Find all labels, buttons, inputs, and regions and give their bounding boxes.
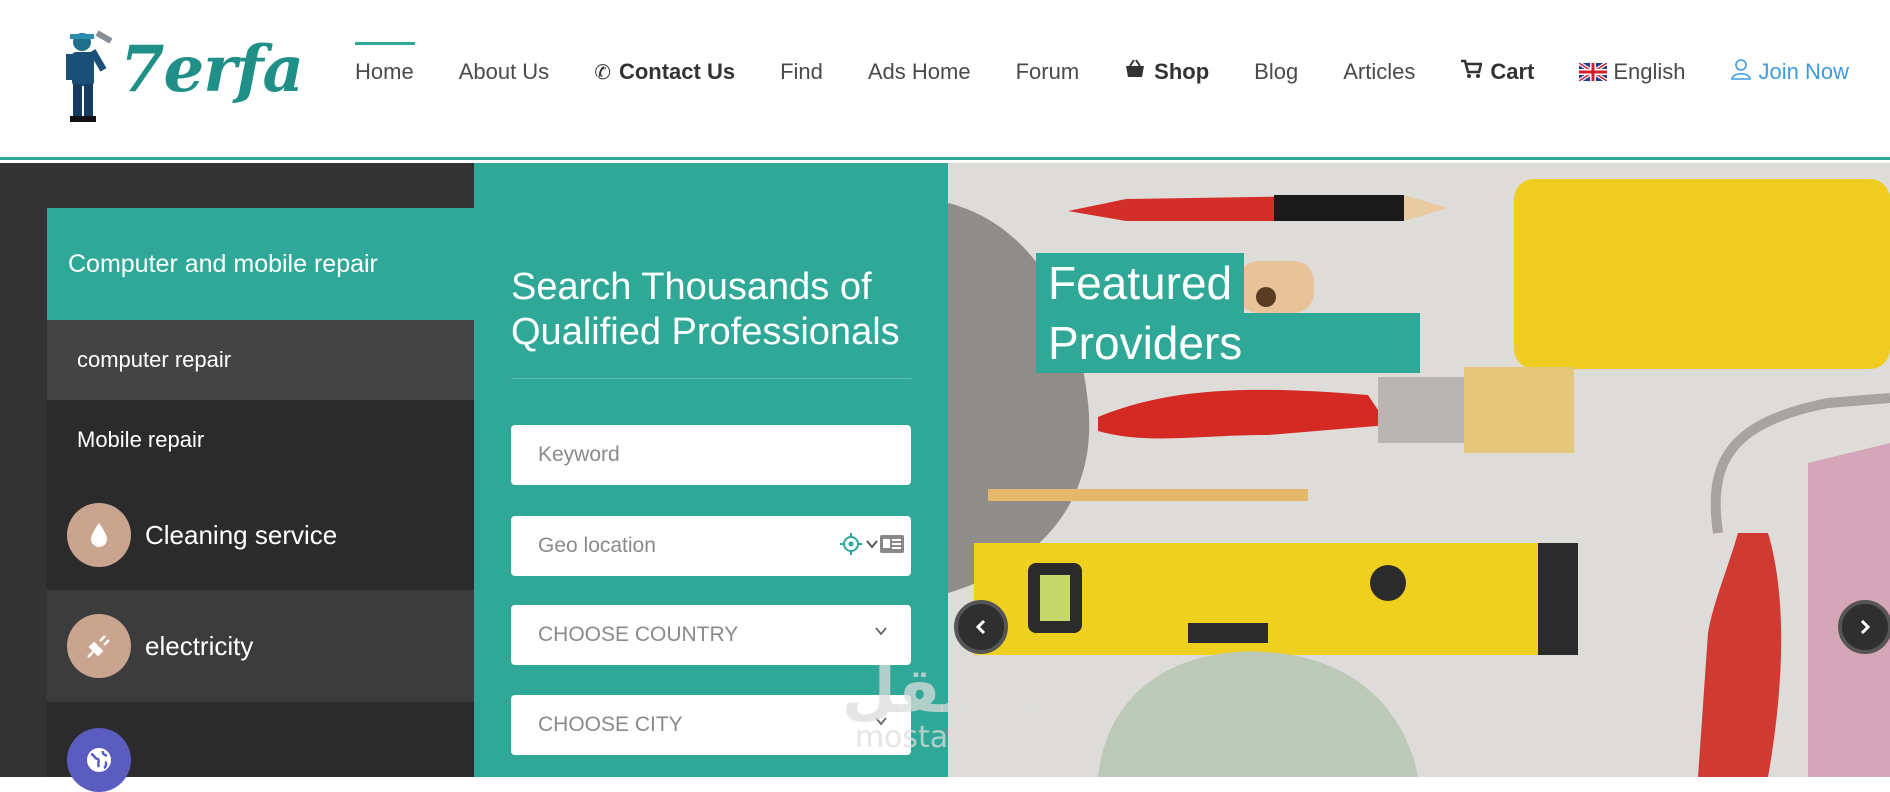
watermark: مستقل mostaql.com xyxy=(842,654,1069,755)
nav-articles-label: Articles xyxy=(1343,59,1416,84)
subcategory-label: Mobile repair xyxy=(77,427,205,452)
category-cleaning-service[interactable]: Cleaning service xyxy=(47,480,474,590)
watermark-arabic: مستقل xyxy=(842,654,1069,727)
cart-icon xyxy=(1460,59,1483,85)
slider-next-button[interactable] xyxy=(1838,600,1890,654)
subcategory-mobile-repair[interactable]: Mobile repair xyxy=(47,400,474,480)
geo-location-placeholder: Geo location xyxy=(538,534,656,557)
logo-text: 7erfa xyxy=(120,32,304,107)
city-select-value: CHOOSE CITY xyxy=(538,713,683,736)
category-label: Computer and mobile repair xyxy=(68,249,378,278)
nav-shop-label: Shop xyxy=(1154,59,1210,84)
nav-cart[interactable]: Cart xyxy=(1460,40,1534,104)
featured-title-line1: Featured xyxy=(1036,253,1245,313)
subcategory-computer-repair[interactable]: computer repair xyxy=(47,320,474,400)
chevron-down-icon[interactable] xyxy=(865,537,879,551)
category-label: electricity xyxy=(145,630,254,661)
nav-home-label: Home xyxy=(355,59,414,84)
globe-icon xyxy=(67,728,131,792)
geo-icons xyxy=(839,532,905,556)
nav-shop[interactable]: Shop xyxy=(1124,40,1209,104)
worker-logo-icon xyxy=(66,30,113,122)
featured-slider: Featured Providers xyxy=(948,163,1890,777)
keyword-input[interactable]: Keyword xyxy=(511,425,911,485)
id-card-icon[interactable] xyxy=(879,534,905,554)
featured-title-line2: Providers xyxy=(1036,313,1420,373)
search-title: Search Thousands of Qualified Profession… xyxy=(511,266,900,353)
category-globe[interactable] xyxy=(47,702,474,792)
category-sidebar: Computer and mobile repair computer repa… xyxy=(0,163,474,792)
category-label: Cleaning service xyxy=(145,519,338,550)
site-header: 7erfa Home About Us ✆ Contact Us Find Ad… xyxy=(0,0,1890,160)
nav-blog[interactable]: Blog xyxy=(1254,40,1298,104)
nav-about-label: About Us xyxy=(458,59,550,84)
nav-join[interactable]: Join Now xyxy=(1730,40,1849,104)
nav-language[interactable]: English xyxy=(1579,40,1686,104)
subcategory-label: computer repair xyxy=(77,347,232,372)
chevron-down-icon xyxy=(875,627,887,636)
keyword-placeholder: Keyword xyxy=(538,443,620,466)
category-computer-mobile-repair[interactable]: Computer and mobile repair xyxy=(47,208,474,320)
chevron-right-icon xyxy=(1860,619,1871,635)
nav-cart-label: Cart xyxy=(1490,59,1535,84)
slider-prev-button[interactable] xyxy=(954,600,1008,654)
nav-contact-label: Contact Us xyxy=(618,59,736,84)
logo[interactable]: 7erfa xyxy=(52,28,304,124)
nav-find-label: Find xyxy=(780,59,823,84)
chevron-left-icon xyxy=(975,619,986,635)
geo-location-input[interactable]: Geo location xyxy=(511,516,911,576)
crosshair-icon[interactable] xyxy=(839,532,863,556)
nav-find[interactable]: Find xyxy=(780,40,823,104)
nav-forum[interactable]: Forum xyxy=(1016,40,1080,104)
nav-articles[interactable]: Articles xyxy=(1343,40,1415,104)
nav-forum-label: Forum xyxy=(1015,59,1080,84)
water-drop-icon xyxy=(67,503,131,567)
nav-blog-label: Blog xyxy=(1254,59,1299,84)
watermark-latin: mostaql.com xyxy=(854,720,1050,755)
divider xyxy=(511,378,911,379)
nav-contact[interactable]: ✆ Contact Us xyxy=(594,40,735,104)
plug-icon xyxy=(67,614,131,678)
nav-ads-home[interactable]: Ads Home xyxy=(868,40,971,104)
nav-language-label: English xyxy=(1613,59,1686,84)
nav-about[interactable]: About Us xyxy=(459,40,550,104)
user-icon xyxy=(1730,58,1751,86)
nav-join-label: Join Now xyxy=(1758,59,1849,84)
basket-icon xyxy=(1124,59,1146,85)
category-electricity[interactable]: electricity xyxy=(47,590,474,702)
nav-home[interactable]: Home xyxy=(355,40,415,104)
nav-ads-home-label: Ads Home xyxy=(867,59,971,84)
uk-flag-icon xyxy=(1579,63,1608,81)
phone-icon: ✆ xyxy=(594,61,611,84)
main-nav: Home About Us ✆ Contact Us Find Ads Home… xyxy=(355,40,1849,104)
country-select-value: CHOOSE COUNTRY xyxy=(538,623,739,646)
